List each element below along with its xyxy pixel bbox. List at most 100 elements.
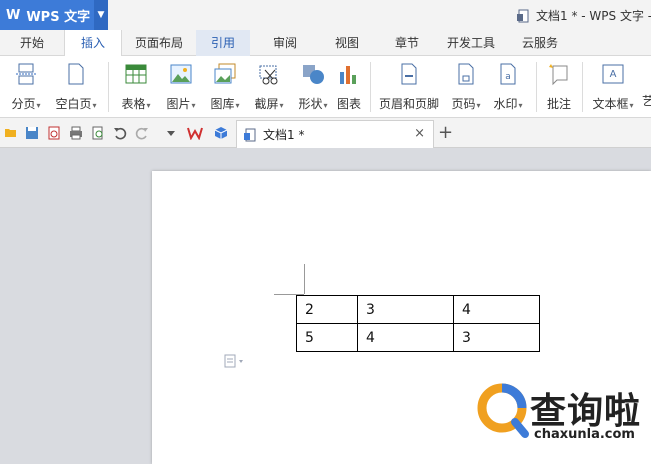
tab-references[interactable]: 引用 (196, 30, 250, 56)
wps-menu-dropdown[interactable]: ▼ (94, 0, 108, 30)
table-icon (125, 64, 147, 84)
blank-page-button[interactable]: 空白页▾ (50, 60, 102, 114)
cloud-cube-icon[interactable] (214, 126, 228, 140)
ribbon-divider (536, 62, 537, 112)
chevron-down-icon: ▾ (629, 101, 634, 110)
document-tab[interactable]: 文档1 * × (236, 120, 434, 148)
document-icon (517, 9, 529, 22)
customize-dropdown-icon[interactable] (164, 126, 178, 140)
table-cell[interactable]: 3 (357, 295, 454, 324)
wps-menu-button[interactable]: W WPS 文字 (0, 0, 94, 30)
chevron-down-icon: ▾ (146, 101, 151, 110)
window-title-text: 文档1 * - WPS 文字 - (536, 9, 651, 23)
screenshot-label: 截屏 (254, 97, 279, 111)
chevron-down-icon: ▾ (36, 101, 41, 110)
watermark-button[interactable]: a 水印▾ (488, 60, 528, 114)
open-folder-icon[interactable] (4, 126, 18, 140)
margin-corner-mark (304, 264, 305, 294)
comment-button[interactable]: 批注 (542, 60, 576, 114)
gallery-icon (214, 63, 236, 84)
art-text-button[interactable]: 艺 (642, 60, 651, 114)
ribbon-divider (370, 62, 371, 112)
close-icon[interactable]: × (414, 126, 425, 141)
chevron-down-icon: ▾ (191, 101, 196, 110)
svg-text:A: A (610, 69, 617, 80)
new-tab-button[interactable]: + (438, 122, 453, 143)
table-cell[interactable]: 5 (296, 323, 358, 352)
table-cell[interactable]: 2 (296, 295, 358, 324)
textbox-button[interactable]: A 文本框▾ (588, 60, 638, 114)
quick-access-toolbar: 文档1 * × + (0, 118, 651, 148)
gallery-label: 图库 (210, 97, 235, 111)
art-text-label: 艺 (642, 94, 651, 108)
tab-page-layout[interactable]: 页面布局 (126, 30, 192, 56)
chart-button[interactable]: 图表 (334, 60, 364, 114)
wps-brand-label: WPS 文字 (26, 9, 91, 25)
tab-insert[interactable]: 插入 (64, 30, 122, 57)
screenshot-button[interactable]: 截屏▾ (248, 60, 290, 114)
chevron-down-icon: ▾ (279, 101, 284, 110)
picture-label: 图片 (166, 97, 191, 111)
table-row: 2 3 4 (296, 295, 540, 324)
shapes-icon (303, 65, 324, 84)
textbox-label: 文本框 (592, 97, 629, 111)
insert-ribbon: 分页▾ 空白页▾ 表格▾ 图片▾ 图库▾ 截屏▾ 形状▾ 图表 页眉和页脚 页码… (0, 56, 651, 118)
chevron-down-icon: ▾ (476, 101, 481, 110)
chevron-down-icon: ▾ (518, 101, 523, 110)
picture-button[interactable]: 图片▾ (160, 60, 202, 114)
watermark-label: 水印 (493, 97, 518, 111)
ribbon-divider (582, 62, 583, 112)
table-cell[interactable]: 3 (453, 323, 540, 352)
document-table[interactable]: 2 3 4 5 4 3 (296, 295, 540, 352)
chevron-down-icon: ▾ (92, 101, 97, 110)
page-number-button[interactable]: 页码▾ (446, 60, 486, 114)
page-break-icon (16, 63, 36, 85)
print-icon[interactable] (69, 126, 83, 140)
tab-view[interactable]: 视图 (320, 30, 374, 56)
chart-label: 图表 (336, 97, 361, 111)
wps-home-icon[interactable] (187, 126, 203, 140)
tab-chapter[interactable]: 章节 (380, 30, 434, 56)
undo-icon[interactable] (113, 126, 127, 140)
menu-bar: 开始 插入 页面布局 引用 审阅 视图 章节 开发工具 云服务 (0, 30, 651, 57)
tab-developer[interactable]: 开发工具 (440, 30, 502, 56)
textbox-icon: A (602, 64, 624, 84)
art-text-icon (642, 62, 651, 86)
shapes-button[interactable]: 形状▾ (292, 60, 334, 114)
print-preview-icon[interactable] (91, 126, 105, 140)
table-cell[interactable]: 4 (453, 295, 540, 324)
title-bar: W WPS 文字 ▼ 文档1 * - WPS 文字 - (0, 0, 651, 30)
chevron-down-icon: ▾ (235, 101, 240, 110)
table-label: 表格 (121, 97, 146, 111)
chevron-down-icon: ▾ (323, 101, 328, 110)
wps-logo-icon: W (6, 7, 21, 23)
table-cell[interactable]: 4 (357, 323, 454, 352)
header-footer-button[interactable]: 页眉和页脚 (376, 60, 442, 114)
blank-page-icon (68, 63, 84, 85)
watermark-url: chaxunla.com (534, 427, 635, 442)
page-break-label: 分页 (11, 97, 36, 111)
screenshot-icon (259, 65, 278, 85)
comment-label: 批注 (546, 97, 571, 111)
paste-options-icon[interactable] (224, 354, 246, 368)
chart-icon (340, 66, 356, 84)
header-footer-label: 页眉和页脚 (378, 97, 439, 111)
picture-icon (170, 64, 192, 84)
table-button[interactable]: 表格▾ (114, 60, 158, 114)
export-pdf-icon[interactable] (47, 126, 61, 140)
page-number-label: 页码 (451, 97, 476, 111)
tab-cloud[interactable]: 云服务 (510, 30, 570, 56)
document-icon (244, 128, 256, 141)
save-icon[interactable] (25, 126, 39, 140)
page-number-icon (458, 63, 474, 85)
comment-icon (549, 64, 568, 86)
tab-start[interactable]: 开始 (8, 30, 56, 56)
page-break-button[interactable]: 分页▾ (6, 60, 46, 114)
redo-icon[interactable] (135, 126, 149, 140)
table-row: 5 4 3 (296, 323, 540, 352)
document-tab-title: 文档1 * (263, 128, 305, 142)
blank-page-label: 空白页 (55, 97, 92, 111)
tab-review[interactable]: 审阅 (258, 30, 312, 56)
shapes-label: 形状 (298, 97, 323, 111)
gallery-button[interactable]: 图库▾ (204, 60, 246, 114)
